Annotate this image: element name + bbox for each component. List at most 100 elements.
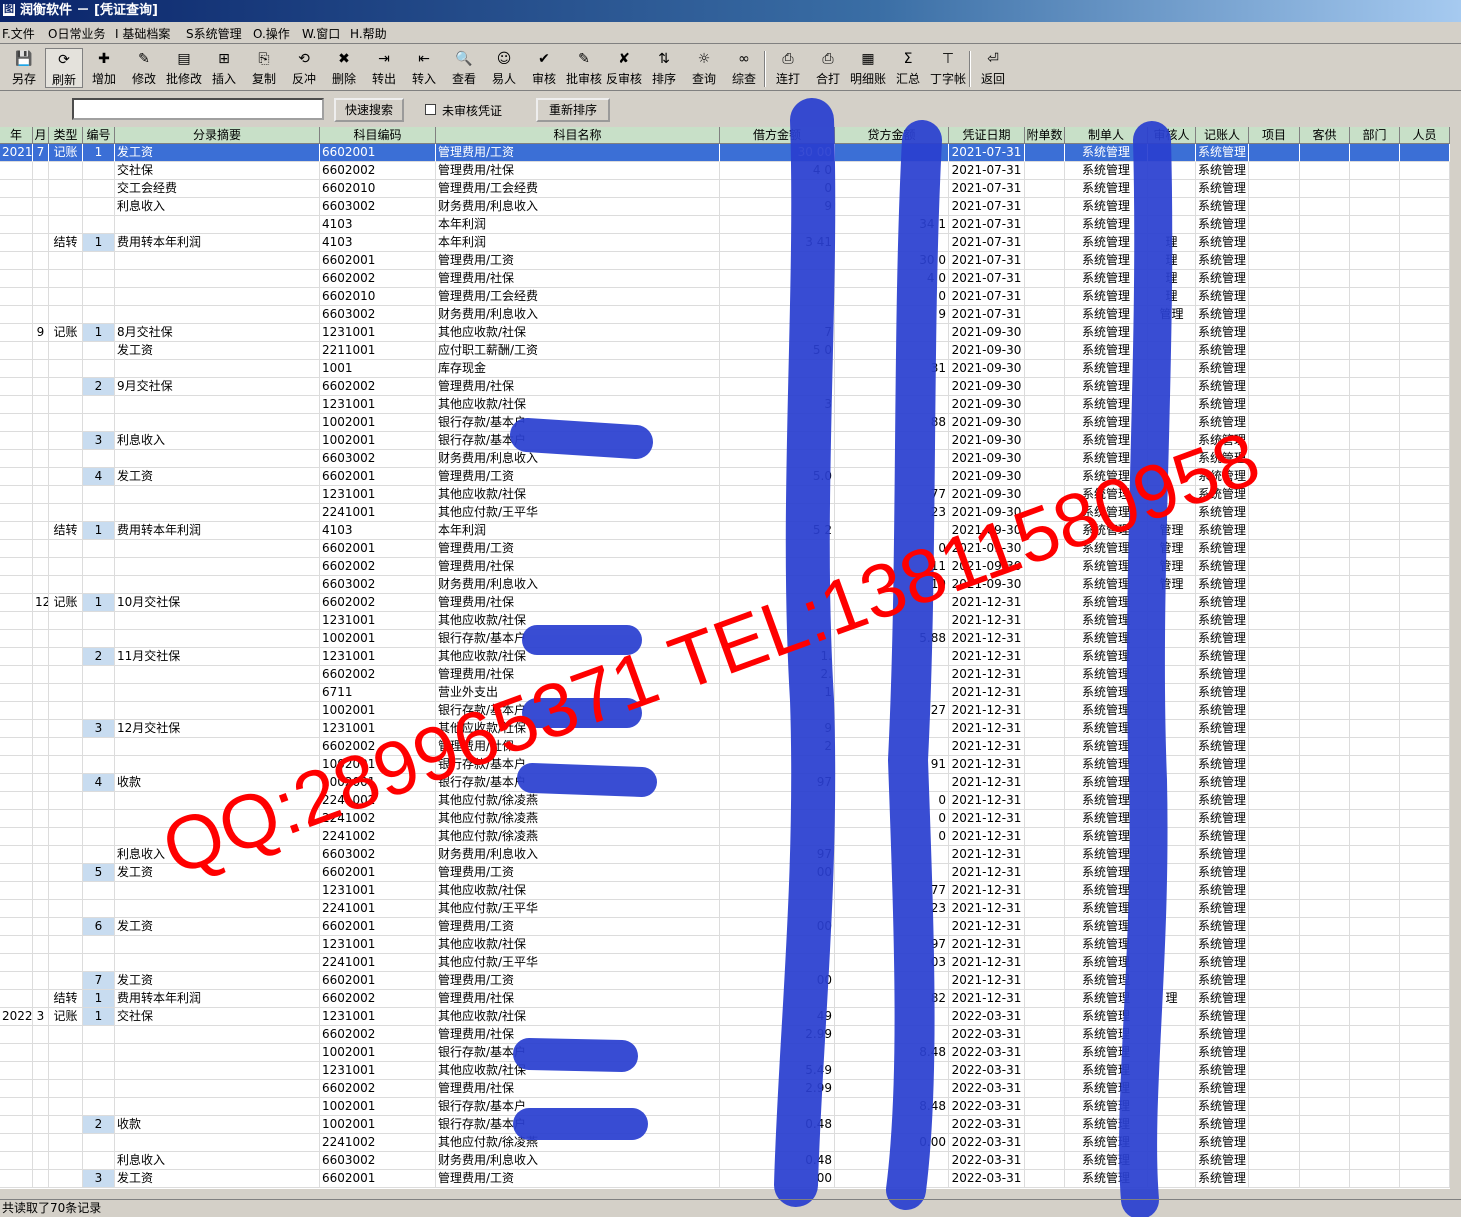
- column-header-account-code[interactable]: 科目编码: [320, 127, 436, 144]
- table-row[interactable]: 5 发工资 6602001 管理费用/工资 00 2021-12-31 系统管理 系统管理: [0, 864, 1450, 882]
- table-row[interactable]: 2241001 其他应付款/王平华 23 2021-09-30 系统管理 系统管理: [0, 504, 1450, 522]
- toolbar-insert-button[interactable]: ⊞ 插入: [205, 48, 243, 88]
- toolbar-refresh-button[interactable]: ⟳ 刷新: [45, 48, 83, 88]
- table-row[interactable]: 2021 7 记账 1 发工资 6602001 管理费用/工资 30 00 2021-07-31…: [0, 144, 1450, 162]
- table-row[interactable]: 1231001 其他应收款/社保 77 2021-12-31 系统管理 系统管理: [0, 882, 1450, 900]
- table-row[interactable]: 6603002 财务费用/利息收入 19 2021-09-30 系统管理 管理 系统管理: [0, 576, 1450, 594]
- table-row[interactable]: 2241002 其他应付款/徐凌燕 0 2021-12-31 系统管理 系统管理: [0, 792, 1450, 810]
- toolbar-unaudit-button[interactable]: ✘ 反审核: [601, 48, 647, 88]
- column-header-maker[interactable]: 制单人: [1065, 127, 1148, 144]
- column-header-credit[interactable]: 贷方金额: [835, 127, 949, 144]
- table-row[interactable]: 2 收款 1002001 银行存款/基本户 0.48 2022-03-31 系统管理 系统管理: [0, 1116, 1450, 1134]
- table-row[interactable]: 3 12月交社保 1231001 其他应收款/社保 9 2021-12-31 系统管理 系统管…: [0, 720, 1450, 738]
- column-header-year[interactable]: 年: [0, 127, 33, 144]
- table-row[interactable]: 1231001 其他应收款/社保 5.49 2022-03-31 系统管理 系统管理: [0, 1062, 1450, 1080]
- toolbar-query-button[interactable]: ☼ 查询: [685, 48, 723, 88]
- table-row[interactable]: 1231001 其他应收款/社保 97 2021-12-31 系统管理 系统管理: [0, 936, 1450, 954]
- column-header-bookkeeper[interactable]: 记账人: [1196, 127, 1249, 144]
- table-row[interactable]: 4 收款 1002001 银行存款/基本户 97 2021-12-31 系统管理 系统管理: [0, 774, 1450, 792]
- table-row[interactable]: 6602002 管理费用/社保 2. 2021-12-31 系统管理 系统管理: [0, 666, 1450, 684]
- table-row[interactable]: 6602001 管理费用/工资 30 0 2021-07-31 系统管理理系统管理: [0, 252, 1450, 270]
- table-row[interactable]: 1002001 银行存款/基本户 88 2021-09-30 系统管理 系统管理: [0, 414, 1450, 432]
- quick-search-button[interactable]: 快速搜索: [334, 98, 404, 122]
- table-row[interactable]: 6 发工资 6602001 管理费用/工资 00 2021-12-31 系统管理 系统管理: [0, 918, 1450, 936]
- table-row[interactable]: 1002001 银行存款/基本户 91 2021-12-31 系统管理 系统管理: [0, 756, 1450, 774]
- table-row[interactable]: 3 利息收入 1002001 银行存款/基本户 2021-09-30 系统管理 系统管理: [0, 432, 1450, 450]
- column-header-date[interactable]: 凭证日期: [949, 127, 1025, 144]
- table-row[interactable]: 6711 营业外支出 1 2021-12-31 系统管理 系统管理: [0, 684, 1450, 702]
- toolbar-batch-edit-button[interactable]: ▤ 批修改: [161, 48, 207, 88]
- menu-file[interactable]: F.文件: [2, 25, 35, 42]
- table-row[interactable]: 4 发工资 6602001 管理费用/工资 5.0 2021-09-30 系统管理 系统管理: [0, 468, 1450, 486]
- column-header-debit[interactable]: 借方金额: [720, 127, 835, 144]
- table-row[interactable]: 2 9月交社保 6602002 管理费用/社保 2021-09-30 系统管理 系统管理: [0, 378, 1450, 396]
- column-header-auditor[interactable]: 审核人: [1148, 127, 1196, 144]
- toolbar-copy-button[interactable]: ⎘ 复制: [245, 48, 283, 88]
- table-row[interactable]: 4103 本年利润 34 1 2021-07-31 系统管理 系统管理: [0, 216, 1450, 234]
- table-row[interactable]: 结转 1 费用转本年利润 6602002 管理费用/社保 82 2021-12-31 系统管理…: [0, 990, 1450, 1008]
- table-row[interactable]: 1002001 银行存款/基本户 8.48 2022-03-31 系统管理 系统管理: [0, 1098, 1450, 1116]
- toolbar-export-button[interactable]: ⇥ 转出: [365, 48, 403, 88]
- search-input[interactable]: [72, 98, 324, 120]
- toolbar-sort-button[interactable]: ⇅ 排序: [645, 48, 683, 88]
- table-row[interactable]: 2241002 其他应付款/徐凌燕 0 2021-12-31 系统管理 系统管理: [0, 828, 1450, 846]
- toolbar-sum-button[interactable]: Σ 汇总: [889, 48, 927, 88]
- table-row[interactable]: 2 11月交社保 1231001 其他应收款/社保 1. 2021-12-31 系统管理 系统…: [0, 648, 1450, 666]
- table-row[interactable]: 1231001 其他应收款/社保 77 2021-09-30 系统管理 系统管理: [0, 486, 1450, 504]
- table-row[interactable]: 1231001 其他应收款/社保 2021-12-31 系统管理 系统管理: [0, 612, 1450, 630]
- column-header-department[interactable]: 部门: [1350, 127, 1400, 144]
- toolbar-audit-button[interactable]: ✔ 审核: [525, 48, 563, 88]
- table-row[interactable]: 1002001 银行存款/基本户 27 2021-12-31 系统管理 系统管理: [0, 702, 1450, 720]
- table-row[interactable]: 利息收入 6603002 财务费用/利息收入 0.48 2022-03-31 系统管理 系统…: [0, 1152, 1450, 1170]
- table-row[interactable]: 6603002 财务费用/利息收入 2021-09-30 系统管理 系统管理: [0, 450, 1450, 468]
- column-header-number[interactable]: 编号: [83, 127, 115, 144]
- menu-system[interactable]: S系统管理: [186, 25, 242, 42]
- toolbar-import-button[interactable]: ⇤ 转入: [405, 48, 443, 88]
- column-header-summary[interactable]: 分录摘要: [115, 127, 320, 144]
- menu-window[interactable]: W.窗口: [302, 25, 340, 42]
- table-row[interactable]: 3 发工资 6602001 管理费用/工资 00 2022-03-31 系统管理 系统管理: [0, 1170, 1450, 1188]
- table-row[interactable]: 结转 1 费用转本年利润 4103 本年利润 3 41 2021-07-31 系统管理理系统管…: [0, 234, 1450, 252]
- table-row[interactable]: 1001 库存现金 31 2021-09-30 系统管理 系统管理: [0, 360, 1450, 378]
- table-row[interactable]: 2022 3 记账 1 交社保 1231001 其他应收款/社保 49 2022-03-31 系统…: [0, 1008, 1450, 1026]
- table-row[interactable]: 12 记账 1 10月交社保 6602002 管理费用/社保 2021-12-31 系统管理 系…: [0, 594, 1450, 612]
- table-row[interactable]: 1002001 银行存款/基本户 5.88 2021-12-31 系统管理 系统管理: [0, 630, 1450, 648]
- toolbar-print-continuous-button[interactable]: ⎙ 连打: [769, 48, 807, 88]
- table-row[interactable]: 发工资 2211001 应付职工薪酬/工资 5 0 2021-09-30 系统管理 系统管理: [0, 342, 1450, 360]
- table-row[interactable]: 1002001 银行存款/基本户 8.48 2022-03-31 系统管理 系统管理: [0, 1044, 1450, 1062]
- table-row[interactable]: 6602002 管理费用/社保 2.99 2022-03-31 系统管理 系统管理: [0, 1026, 1450, 1044]
- table-row[interactable]: 交社保 6602002 管理费用/社保 4 0 2021-07-31 系统管理 系统管理: [0, 162, 1450, 180]
- toolbar-detail-ledger-button[interactable]: ▦ 明细账: [845, 48, 891, 88]
- column-header-type[interactable]: 类型: [49, 127, 83, 144]
- column-header-attachments[interactable]: 附单数: [1025, 127, 1065, 144]
- toolbar-binoculars-button[interactable]: ∞ 综查: [725, 48, 763, 88]
- table-row[interactable]: 结转 1 费用转本年利润 4103 本年利润 5 2 2021-09-30 系统管理 管理 系统管…: [0, 522, 1450, 540]
- toolbar-t-account-button[interactable]: ⊤ 丁字帐: [925, 48, 971, 88]
- toolbar-print-merge-button[interactable]: ⎙ 合打: [809, 48, 847, 88]
- column-header-project[interactable]: 项目: [1249, 127, 1300, 144]
- toolbar-edit-button[interactable]: ✎ 修改: [125, 48, 163, 88]
- toolbar-change-person-button[interactable]: ☺ 易人: [485, 48, 523, 88]
- menu-operation[interactable]: O.操作: [253, 25, 290, 42]
- table-row[interactable]: 2241001 其他应付款/王平华 23 2021-12-31 系统管理 系统管理: [0, 900, 1450, 918]
- table-row[interactable]: 交工会经费 6602010 管理费用/工会经费 0 2021-07-31 系统管理 系统管理: [0, 180, 1450, 198]
- table-row[interactable]: 2241002 其他应付款/徐凌燕 0 2021-12-31 系统管理 系统管理: [0, 810, 1450, 828]
- table-row[interactable]: 6602002 管理费用/社保 2 2021-12-31 系统管理 系统管理: [0, 738, 1450, 756]
- table-row[interactable]: 6602002 管理费用/社保 11 2021-09-30 系统管理 管理 系统管理: [0, 558, 1450, 576]
- table-row[interactable]: 2241002 其他应付款/徐凌燕 0.00 2022-03-31 系统管理 系统管理: [0, 1134, 1450, 1152]
- unaudited-checkbox[interactable]: [425, 104, 436, 115]
- table-row[interactable]: 1231001 其他应收款/社保 3 2021-09-30 系统管理 系统管理: [0, 396, 1450, 414]
- table-row[interactable]: 9 记账 1 8月交社保 1231001 其他应收款/社保 7 2021-09-30 系统管理 系…: [0, 324, 1450, 342]
- column-header-person[interactable]: 人员: [1400, 127, 1450, 144]
- table-row[interactable]: 利息收入 6603002 财务费用/利息收入 9 2021-07-31 系统管理 系统管理: [0, 198, 1450, 216]
- menu-basic-archive[interactable]: I 基础档案: [115, 25, 170, 42]
- toolbar-add-button[interactable]: ✚ 增加: [85, 48, 123, 88]
- table-row[interactable]: 2241001 其他应付款/王平华 03 2021-12-31 系统管理 系统管理: [0, 954, 1450, 972]
- voucher-grid[interactable]: 年月类型 编号 分录摘要 科目编码 科目名称 借方金额 贷方金额 凭证日期 附单数 制单人 审核人记…: [0, 127, 1450, 1189]
- table-row[interactable]: 7 发工资 6602001 管理费用/工资 00 2021-12-31 系统管理 系统管理: [0, 972, 1450, 990]
- table-row[interactable]: 6602010 管理费用/工会经费 0 2021-07-31 系统管理理系统管理: [0, 288, 1450, 306]
- resort-button[interactable]: 重新排序: [536, 98, 610, 122]
- column-header-account-name[interactable]: 科目名称: [436, 127, 720, 144]
- column-header-month[interactable]: 月: [33, 127, 49, 144]
- table-row[interactable]: 6602002 管理费用/社保 2.99 2022-03-31 系统管理 系统管理: [0, 1080, 1450, 1098]
